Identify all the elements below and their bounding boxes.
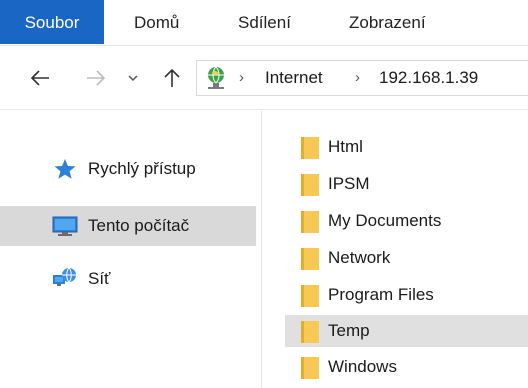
forward-button[interactable] bbox=[82, 64, 110, 92]
nav-item-this-pc[interactable]: Tento počítač bbox=[0, 206, 256, 246]
list-item[interactable]: Windows bbox=[285, 351, 528, 383]
ribbon: Soubor Domů Sdílení Zobrazení bbox=[0, 0, 528, 46]
up-button[interactable] bbox=[158, 64, 186, 92]
folder-icon bbox=[301, 174, 319, 196]
network-globe-icon bbox=[208, 66, 224, 89]
folder-icon bbox=[301, 211, 319, 233]
arrow-left-icon bbox=[30, 70, 49, 86]
nav-item-label: Rychlý přístup bbox=[88, 159, 196, 178]
file-name: Network bbox=[328, 248, 391, 267]
tab-home[interactable]: Domů bbox=[134, 0, 179, 46]
list-item[interactable]: Network bbox=[285, 242, 528, 274]
arrow-up-icon bbox=[164, 68, 180, 87]
file-name: Program Files bbox=[328, 285, 434, 304]
breadcrumb-internet[interactable]: Internet bbox=[265, 68, 323, 88]
file-name: Html bbox=[328, 137, 363, 156]
tab-view[interactable]: Zobrazení bbox=[349, 0, 426, 46]
folder-icon bbox=[301, 137, 319, 159]
back-button[interactable] bbox=[26, 64, 54, 92]
list-item[interactable]: My Documents bbox=[285, 205, 528, 237]
network-icon bbox=[53, 267, 76, 286]
folder-icon bbox=[301, 248, 319, 270]
tab-file[interactable]: Soubor bbox=[0, 0, 104, 44]
tab-share[interactable]: Sdílení bbox=[238, 0, 291, 46]
folder-icon bbox=[301, 285, 319, 307]
file-name: Windows bbox=[328, 357, 397, 376]
file-list: Html IPSM My Documents Network Program F… bbox=[263, 111, 528, 388]
navigation-pane: Rychlý přístup Tento počítač Síť bbox=[0, 111, 262, 388]
file-name: Temp bbox=[328, 321, 370, 340]
arrow-right-icon bbox=[87, 70, 106, 86]
list-item[interactable]: Html bbox=[285, 131, 528, 163]
list-item[interactable]: Temp bbox=[285, 315, 528, 347]
monitor-icon bbox=[52, 216, 78, 236]
nav-item-label: Síť bbox=[88, 269, 111, 288]
chevron-down-icon bbox=[128, 75, 138, 82]
list-item[interactable]: Program Files bbox=[285, 279, 528, 311]
folder-icon bbox=[301, 321, 319, 343]
navigation-bar: › Internet › 192.168.1.39 bbox=[0, 46, 528, 110]
nav-item-network[interactable]: Síť bbox=[0, 259, 256, 299]
breadcrumb-host[interactable]: 192.168.1.39 bbox=[379, 68, 478, 88]
chevron-right-icon: › bbox=[239, 69, 244, 86]
list-item[interactable]: IPSM bbox=[285, 168, 528, 200]
recent-locations-button[interactable] bbox=[124, 64, 142, 92]
nav-item-label: Tento počítač bbox=[88, 216, 190, 235]
file-name: My Documents bbox=[328, 211, 442, 230]
star-icon bbox=[54, 159, 76, 179]
address-bar[interactable]: › Internet › 192.168.1.39 bbox=[196, 60, 528, 96]
folder-icon bbox=[301, 357, 319, 379]
nav-item-quick-access[interactable]: Rychlý přístup bbox=[0, 149, 256, 189]
file-name: IPSM bbox=[328, 174, 370, 193]
chevron-right-icon: › bbox=[355, 69, 360, 86]
